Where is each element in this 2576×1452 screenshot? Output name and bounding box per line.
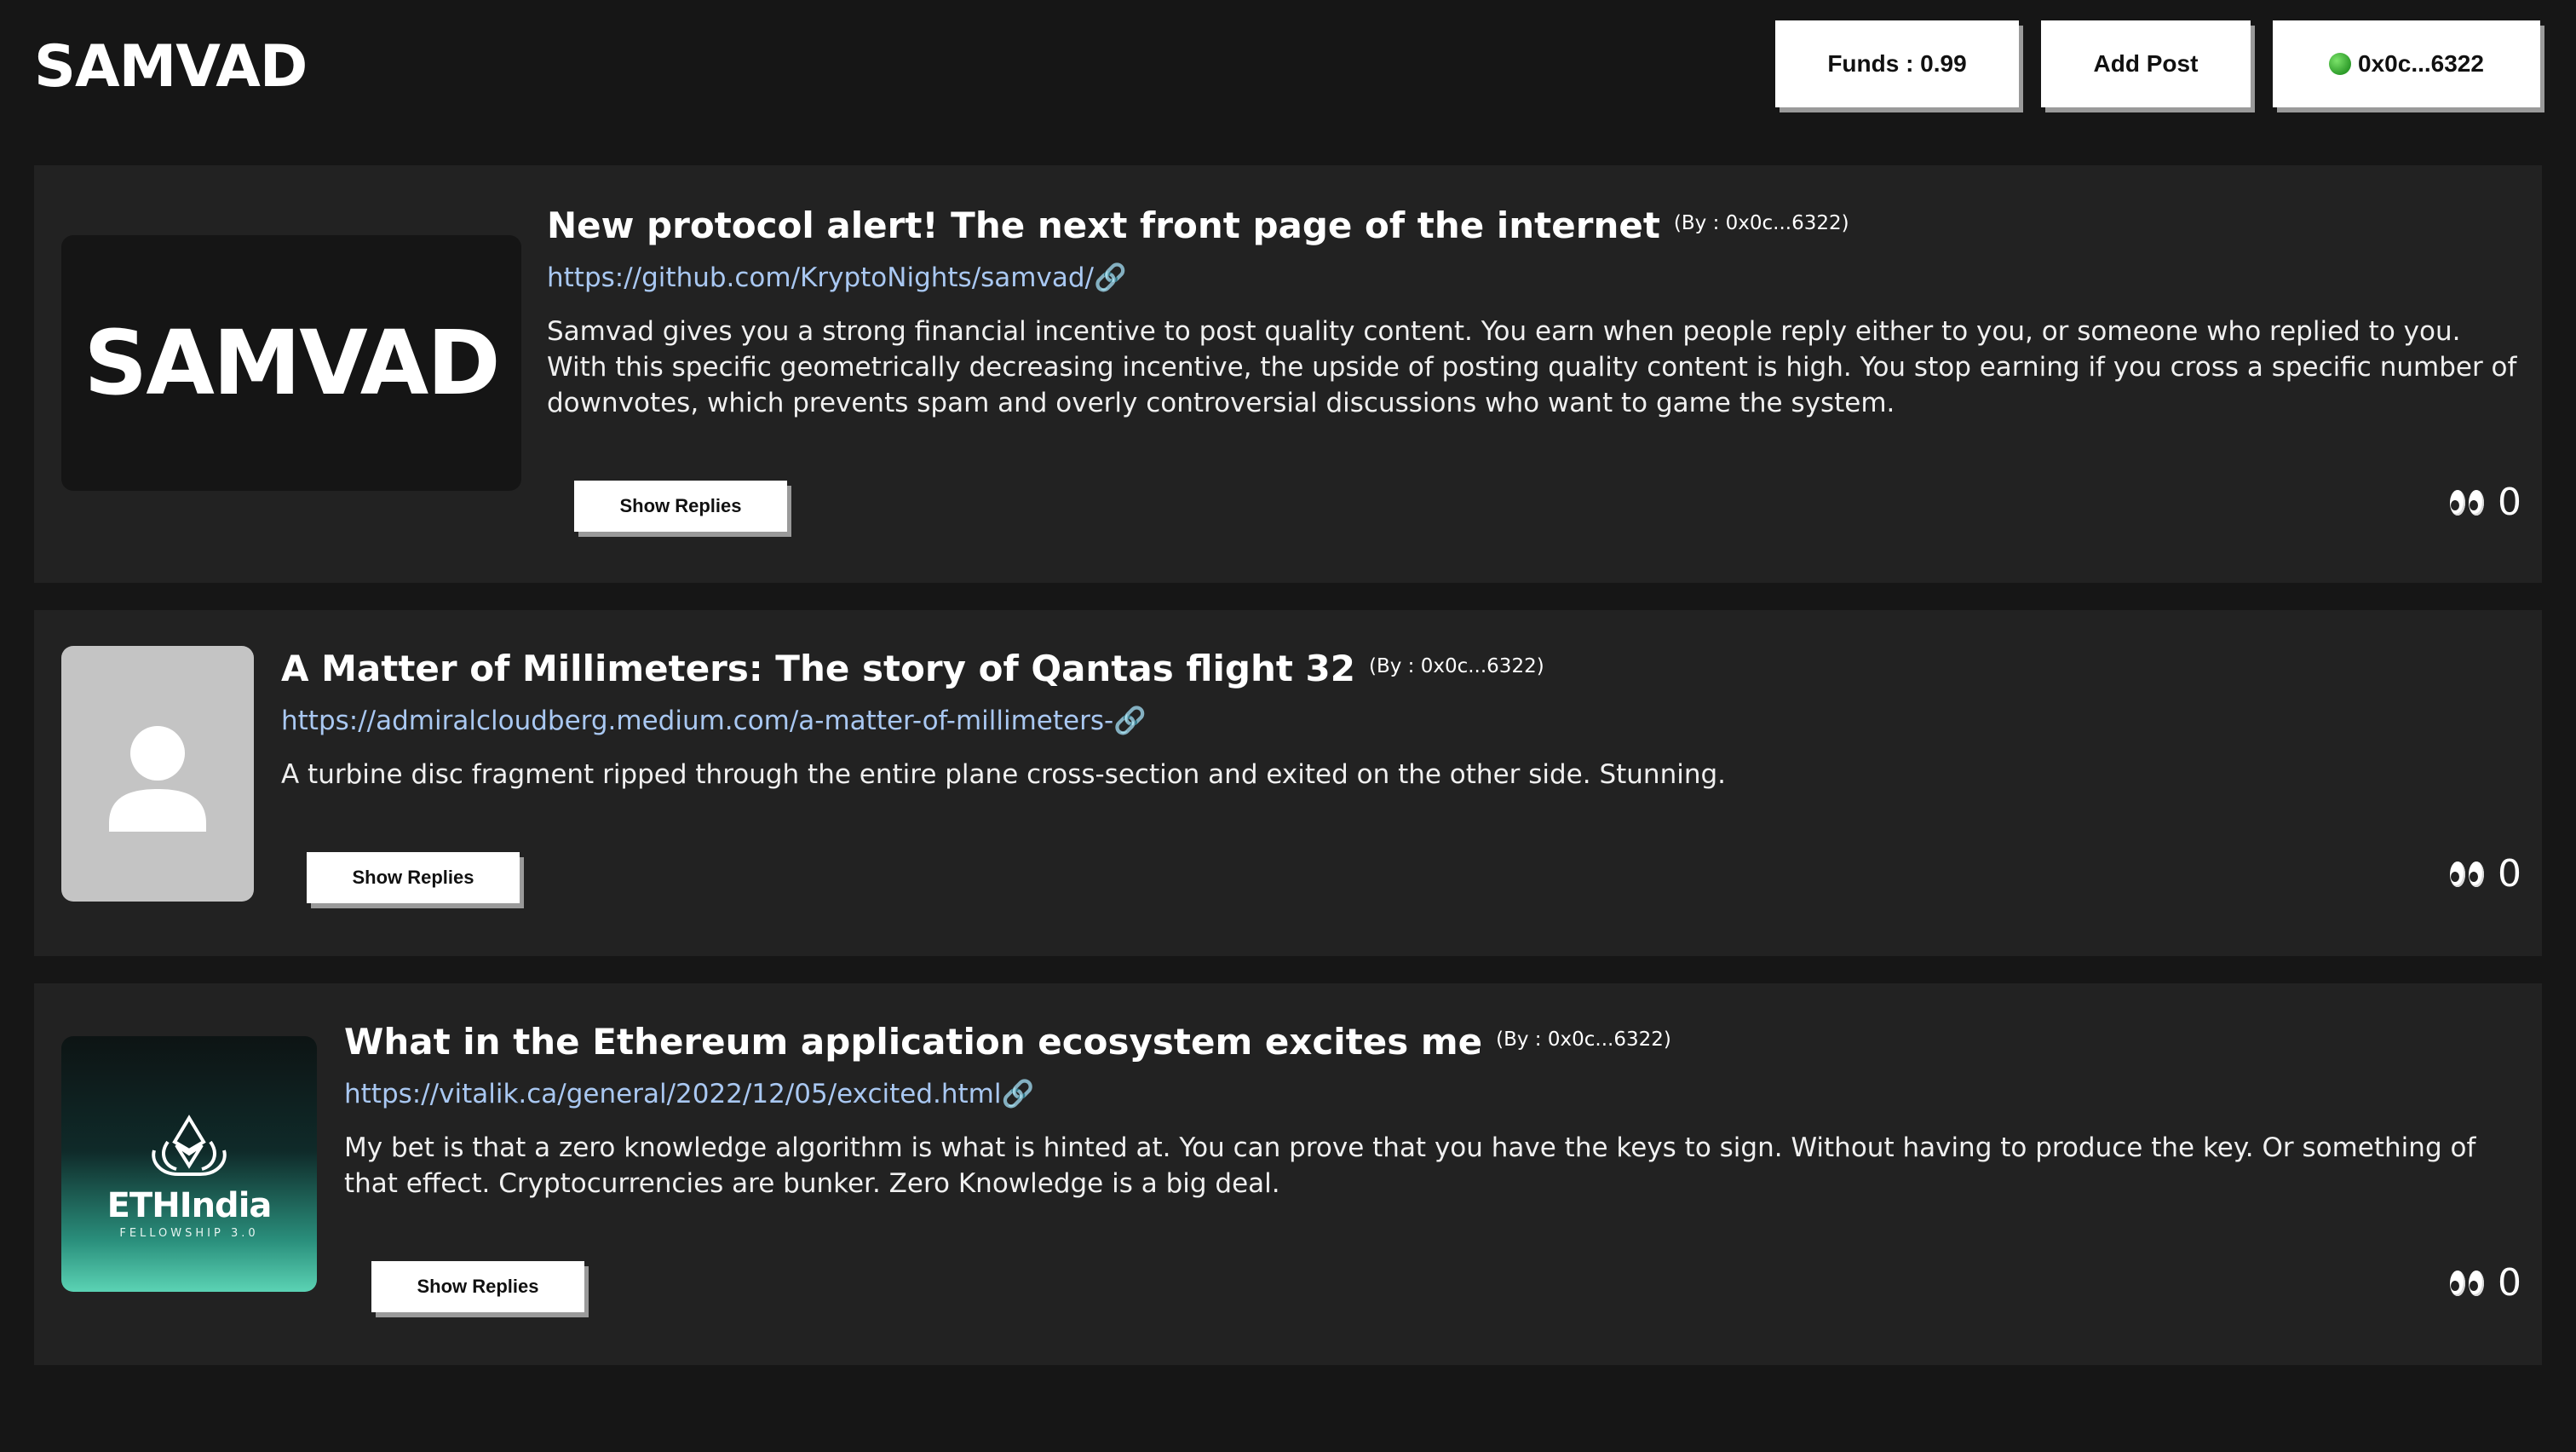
post-body: My bet is that a zero knowledge algorith… xyxy=(344,1132,2476,1199)
post-thumbnail: SAMVAD xyxy=(61,235,521,491)
thumbnail-logo-text: SAMVAD xyxy=(83,311,500,415)
wallet-button[interactable]: 0x0c...6322 xyxy=(2273,20,2540,107)
show-replies-button[interactable]: Show Replies xyxy=(307,852,520,903)
show-replies-button[interactable]: Show Replies xyxy=(574,481,787,532)
eyes-icon xyxy=(2450,489,2487,516)
add-post-button[interactable]: Add Post xyxy=(2041,20,2251,107)
post-content: New protocol alert! The next front page … xyxy=(547,205,2521,421)
view-count: 0 xyxy=(2450,1261,2521,1305)
show-replies-button[interactable]: Show Replies xyxy=(371,1261,584,1312)
top-bar: SAMVAD Funds : 0.99 Add Post 0x0c...6322 xyxy=(0,0,2576,136)
app-logo[interactable]: SAMVAD xyxy=(34,29,308,106)
wallet-address: 0x0c...6322 xyxy=(2358,50,2484,77)
post-thumbnail: ETHIndia FELLOWSHIP 3.0 xyxy=(61,1036,317,1292)
post-card: A Matter of Millimeters: The story of Qa… xyxy=(34,610,2542,956)
eyes-icon xyxy=(2450,1270,2487,1296)
post-link[interactable]: https://github.com/KryptoNights/samvad/🔗 xyxy=(547,262,2521,293)
post-card: ETHIndia FELLOWSHIP 3.0 What in the Ethe… xyxy=(34,983,2542,1365)
post-title[interactable]: New protocol alert! The next front page … xyxy=(547,205,1660,246)
post-content: What in the Ethereum application ecosyst… xyxy=(344,1021,2521,1201)
ethindia-subtitle: FELLOWSHIP 3.0 xyxy=(119,1227,259,1240)
post-content: A Matter of Millimeters: The story of Qa… xyxy=(281,648,2521,792)
view-count: 0 xyxy=(2450,481,2521,524)
post-link[interactable]: https://vitalik.ca/general/2022/12/05/ex… xyxy=(344,1078,2521,1109)
eyes-icon xyxy=(2450,861,2487,887)
post-thumbnail xyxy=(61,646,254,902)
post-card: SAMVAD New protocol alert! The next fron… xyxy=(34,165,2542,583)
ethindia-logo-icon xyxy=(61,1113,317,1184)
post-title[interactable]: What in the Ethereum application ecosyst… xyxy=(344,1021,1482,1063)
view-count: 0 xyxy=(2450,852,2521,896)
view-count-value: 0 xyxy=(2498,852,2521,896)
post-author: (By : 0x0c...6322) xyxy=(1496,1028,1671,1051)
person-placeholder-icon xyxy=(109,726,206,832)
post-body: Samvad gives you a strong financial ince… xyxy=(547,316,2517,418)
ethindia-name: ETHIndia xyxy=(106,1186,273,1225)
post-link[interactable]: https://admiralcloudberg.medium.com/a-ma… xyxy=(281,705,2521,736)
wallet-status-icon xyxy=(2329,53,2352,75)
post-body: A turbine disc fragment ripped through t… xyxy=(281,759,1727,790)
post-author: (By : 0x0c...6322) xyxy=(1368,655,1544,677)
post-title[interactable]: A Matter of Millimeters: The story of Qa… xyxy=(281,648,1355,689)
view-count-value: 0 xyxy=(2498,1261,2521,1305)
funds-button[interactable]: Funds : 0.99 xyxy=(1775,20,2019,107)
post-author: (By : 0x0c...6322) xyxy=(1673,212,1849,234)
view-count-value: 0 xyxy=(2498,481,2521,524)
